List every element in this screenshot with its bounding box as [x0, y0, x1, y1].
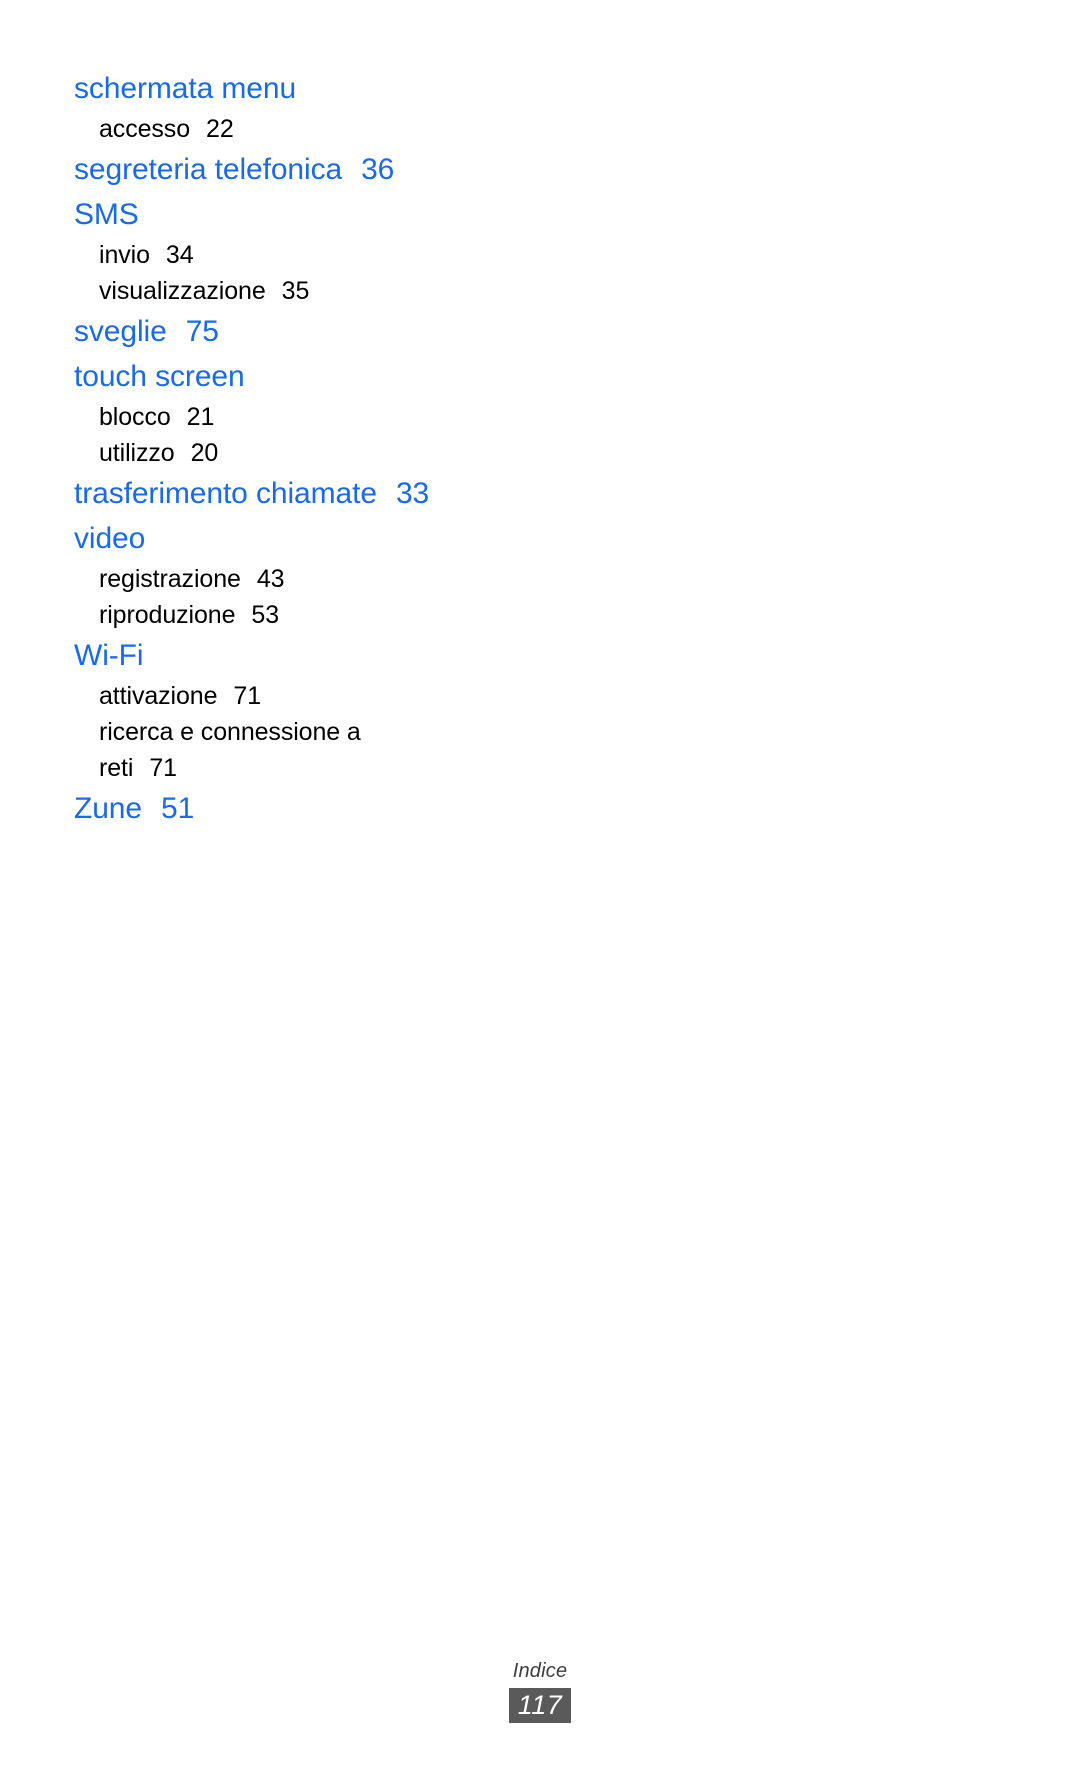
index-group-heading-page-number: 36	[361, 153, 395, 186]
index-sub-entry-label: ricerca e connessione a	[99, 718, 361, 746]
index-group-heading[interactable]: touch screen	[74, 354, 694, 399]
index-sub-entry-label: reti	[99, 754, 134, 782]
document-page: schermata menu accesso 22 segreteria telefo…	[0, 0, 1080, 1771]
index-group-heading-label: trasferimento chiamate	[74, 477, 377, 510]
index-sub-entry-label: blocco	[99, 403, 171, 431]
index-sub-entry-page-number: 21	[186, 403, 215, 431]
index-sub-entry-label: registrazione	[99, 565, 241, 593]
index-group: SMS invio 34 visualizzazione 35	[74, 192, 694, 309]
index-sub-entry[interactable]: ricerca e connessione a	[99, 714, 694, 750]
index-group-heading-label: sveglie	[74, 315, 167, 348]
index-entry-list: schermata menu accesso 22 segreteria telefo…	[74, 66, 694, 831]
index-sub-entry-label: visualizzazione	[99, 277, 266, 305]
index-sub-entry-label: utilizzo	[99, 439, 175, 467]
index-sub-entry[interactable]: reti 71	[99, 750, 694, 786]
index-group: trasferimento chiamate 33	[74, 471, 694, 516]
index-sub-entry-page-number: 20	[190, 439, 219, 467]
index-sub-entry-label: riproduzione	[99, 601, 236, 629]
index-sub-entry-label: invio	[99, 241, 150, 269]
index-group-heading-label: video	[74, 522, 146, 555]
index-sub-entry-page-number: 71	[149, 754, 177, 782]
index-group-heading-label: Zune	[74, 792, 142, 825]
index-group-heading[interactable]: trasferimento chiamate 33	[74, 471, 694, 516]
index-group-heading-page-number: 75	[185, 315, 219, 348]
footer-section-label: Indice	[512, 1660, 568, 1682]
index-group-heading-label: segreteria telefonica	[74, 153, 343, 186]
index-sub-entry[interactable]: visualizzazione 35	[99, 273, 694, 309]
index-sub-entry-page-number: 34	[165, 241, 194, 269]
index-group-heading[interactable]: Zune 51	[74, 786, 694, 831]
index-group-heading-label: SMS	[74, 198, 139, 231]
index-sub-entry-label: attivazione	[99, 682, 218, 710]
index-sub-entry-page-number: 35	[281, 277, 310, 305]
index-group: schermata menu accesso 22	[74, 66, 694, 147]
index-sub-entry-page-number: 43	[256, 565, 285, 593]
index-group-heading-page-number: 51	[160, 792, 195, 825]
index-group-heading[interactable]: segreteria telefonica 36	[74, 147, 694, 192]
index-group: Zune 51	[74, 786, 694, 831]
index-group-heading[interactable]: Wi-Fi	[74, 633, 694, 678]
index-sub-entry[interactable]: accesso 22	[99, 111, 694, 147]
page-number-badge: 117	[508, 1688, 572, 1723]
index-sub-entry[interactable]: invio 34	[99, 237, 694, 273]
index-group-heading-page-number: 33	[395, 477, 430, 510]
index-group-heading-label: touch screen	[74, 360, 245, 393]
index-group: segreteria telefonica 36	[74, 147, 694, 192]
index-group-heading-label: schermata menu	[74, 72, 297, 105]
index-sub-entry-page-number: 53	[251, 601, 279, 629]
index-group-heading[interactable]: SMS	[74, 192, 694, 237]
index-sub-entry-label: accesso	[99, 115, 191, 143]
index-group: Wi-Fi attivazione 71 ricerca e connessione …	[74, 633, 694, 786]
index-group-heading[interactable]: schermata menu	[74, 66, 694, 111]
index-sub-entry[interactable]: attivazione 71	[99, 678, 694, 714]
index-sub-entry-page-number: 22	[206, 115, 234, 143]
index-group-heading[interactable]: video	[74, 516, 694, 561]
index-sub-entry[interactable]: registrazione 43	[99, 561, 694, 597]
index-group: touch screen blocco 21 utilizzo 20	[74, 354, 694, 471]
index-sub-entry-page-number: 71	[233, 682, 262, 710]
index-group-heading[interactable]: sveglie 75	[74, 309, 694, 354]
index-sub-entry[interactable]: riproduzione 53	[99, 597, 694, 633]
index-group: video registrazione 43 riproduzione 53	[74, 516, 694, 633]
index-group: sveglie 75	[74, 309, 694, 354]
page-footer: Indice 117	[0, 1658, 1080, 1723]
index-sub-entry[interactable]: utilizzo 20	[99, 435, 694, 471]
index-sub-entry[interactable]: blocco 21	[99, 399, 694, 435]
index-group-heading-label: Wi-Fi	[74, 639, 144, 672]
